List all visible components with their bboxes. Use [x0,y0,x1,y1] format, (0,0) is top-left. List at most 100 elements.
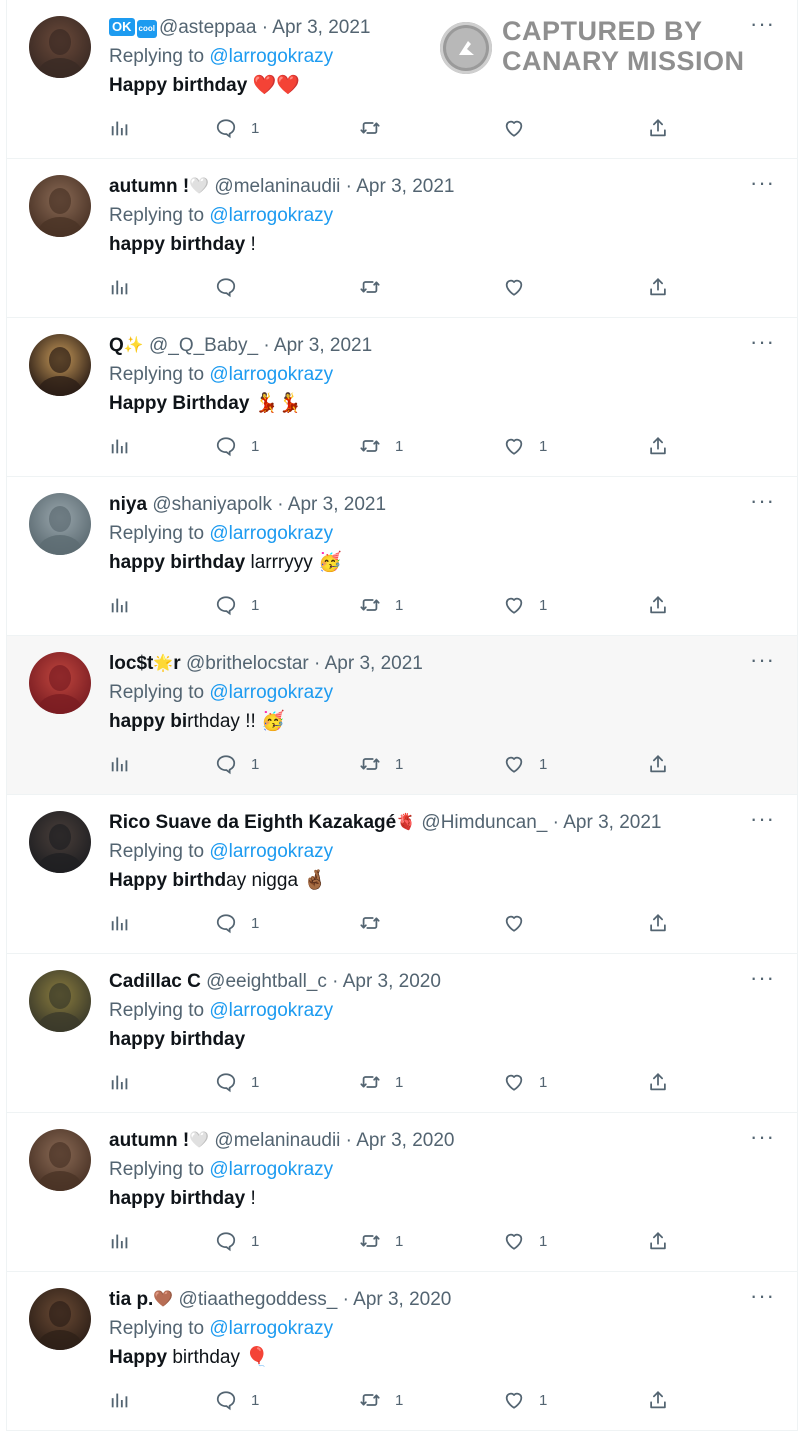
tweet-reply[interactable]: Rico Suave da Eighth Kazakagé🫀 @Himdunca… [6,795,798,954]
user-avatar[interactable] [29,970,91,1032]
share-icon[interactable] [647,752,669,776]
user-avatar[interactable] [29,175,91,237]
like-button[interactable]: 1 [503,593,547,617]
tweet-date[interactable]: Apr 3, 2021 [288,494,386,515]
retweet-button[interactable]: 1 [359,1388,403,1412]
analytics-icon[interactable] [109,275,131,299]
share-icon[interactable] [647,1388,669,1412]
tweet-date[interactable]: Apr 3, 2021 [563,812,661,833]
retweet-button[interactable]: 1 [359,1229,403,1253]
analytics-icon[interactable] [109,593,131,617]
mention-link[interactable]: @larrogokrazy [209,205,333,226]
reply-button[interactable]: 1 [215,1388,259,1412]
display-name[interactable]: tia p. [109,1289,153,1310]
user-handle[interactable]: @brithelocstar [186,653,309,674]
tweet-date[interactable]: Apr 3, 2021 [272,17,370,38]
user-handle[interactable]: @Himduncan_ [421,812,547,833]
like-button[interactable]: 1 [503,1229,547,1253]
more-options-icon[interactable]: ··· [750,808,775,830]
more-options-icon[interactable]: ··· [750,1285,775,1307]
retweet-button[interactable]: 1 [359,593,403,617]
mention-link[interactable]: @larrogokrazy [209,46,333,67]
analytics-icon[interactable] [109,752,131,776]
retweet-button[interactable]: 1 [359,752,403,776]
tweet-date[interactable]: Apr 3, 2021 [274,335,372,356]
share-icon[interactable] [647,593,669,617]
user-avatar[interactable] [29,493,91,555]
tweet-date[interactable]: Apr 3, 2021 [356,176,454,197]
user-avatar[interactable] [29,811,91,873]
user-handle[interactable]: @shaniyapolk [152,494,272,515]
reply-button[interactable] [215,275,237,299]
analytics-icon[interactable] [109,911,131,935]
tweet-reply[interactable]: OK cool @asteppaa · Apr 3, 2021 ··· Replying… [6,0,798,159]
mention-link[interactable]: @larrogokrazy [209,841,333,862]
mention-link[interactable]: @larrogokrazy [209,1159,333,1180]
analytics-icon[interactable] [109,116,131,140]
reply-button[interactable]: 1 [215,593,259,617]
display-name[interactable]: niya [109,494,147,515]
mention-link[interactable]: @larrogokrazy [209,1000,333,1021]
like-button[interactable] [503,275,525,299]
user-handle[interactable]: @melaninaudii [214,1130,340,1151]
tweet-date[interactable]: Apr 3, 2020 [356,1130,454,1151]
user-avatar[interactable] [29,334,91,396]
more-options-icon[interactable]: ··· [750,1126,775,1148]
retweet-button[interactable]: 1 [359,1070,403,1094]
mention-link[interactable]: @larrogokrazy [209,682,333,703]
reply-button[interactable]: 1 [215,911,259,935]
share-icon[interactable] [647,275,669,299]
like-button[interactable]: 1 [503,752,547,776]
user-avatar[interactable] [29,16,91,78]
share-icon[interactable] [647,116,669,140]
share-icon[interactable] [647,1229,669,1253]
reply-button[interactable]: 1 [215,434,259,458]
tweet-date[interactable]: Apr 3, 2020 [353,1289,451,1310]
reply-button[interactable]: 1 [215,116,259,140]
tweet-reply[interactable]: Cadillac C @eeightball_c · Apr 3, 2020 ··… [6,954,798,1113]
tweet-reply[interactable]: loc$t🌟r @brithelocstar · Apr 3, 2021 ··· R… [6,636,798,795]
tweet-reply[interactable]: niya @shaniyapolk · Apr 3, 2021 ··· Replyi… [6,477,798,636]
reply-button[interactable]: 1 [215,1229,259,1253]
mention-link[interactable]: @larrogokrazy [209,523,333,544]
share-icon[interactable] [647,434,669,458]
user-handle[interactable]: @tiaathegoddess_ [179,1289,338,1310]
like-button[interactable]: 1 [503,434,547,458]
user-handle[interactable]: @asteppaa [159,17,256,38]
display-name[interactable]: Q [109,335,124,356]
tweet-reply[interactable]: autumn !🤍 @melaninaudii · Apr 3, 2021 ···… [6,159,798,318]
more-options-icon[interactable]: ··· [750,649,775,671]
display-name[interactable]: Rico Suave da Eighth Kazakagé [109,812,396,833]
like-button[interactable]: 1 [503,1388,547,1412]
display-name[interactable]: autumn ! [109,176,189,197]
user-avatar[interactable] [29,1129,91,1191]
share-icon[interactable] [647,911,669,935]
display-name[interactable]: autumn ! [109,1130,189,1151]
analytics-icon[interactable] [109,1070,131,1094]
mention-link[interactable]: @larrogokrazy [209,1318,333,1339]
analytics-icon[interactable] [109,434,131,458]
display-name[interactable]: Cadillac C [109,971,201,992]
more-options-icon[interactable]: ··· [750,331,775,353]
user-avatar[interactable] [29,1288,91,1350]
tweet-date[interactable]: Apr 3, 2020 [343,971,441,992]
analytics-icon[interactable] [109,1388,131,1412]
more-options-icon[interactable]: ··· [750,172,775,194]
tweet-reply[interactable]: autumn !🤍 @melaninaudii · Apr 3, 2020 ···… [6,1113,798,1272]
display-name-suffix[interactable]: r [173,653,180,674]
reply-button[interactable]: 1 [215,1070,259,1094]
like-button[interactable] [503,116,525,140]
retweet-button[interactable]: 1 [359,434,403,458]
user-handle[interactable]: @melaninaudii [214,176,340,197]
user-handle[interactable]: @_Q_Baby_ [149,335,258,356]
tweet-reply[interactable]: Q✨ @_Q_Baby_ · Apr 3, 2021 ··· Replying to… [6,318,798,477]
analytics-icon[interactable] [109,1229,131,1253]
share-icon[interactable] [647,1070,669,1094]
tweet-reply[interactable]: tia p.🤎 @tiaathegoddess_ · Apr 3, 2020 ··… [6,1272,798,1431]
retweet-button[interactable] [359,911,381,935]
like-button[interactable] [503,911,525,935]
like-button[interactable]: 1 [503,1070,547,1094]
more-options-icon[interactable]: ··· [750,13,775,35]
display-name[interactable]: loc$t [109,653,153,674]
tweet-date[interactable]: Apr 3, 2021 [325,653,423,674]
